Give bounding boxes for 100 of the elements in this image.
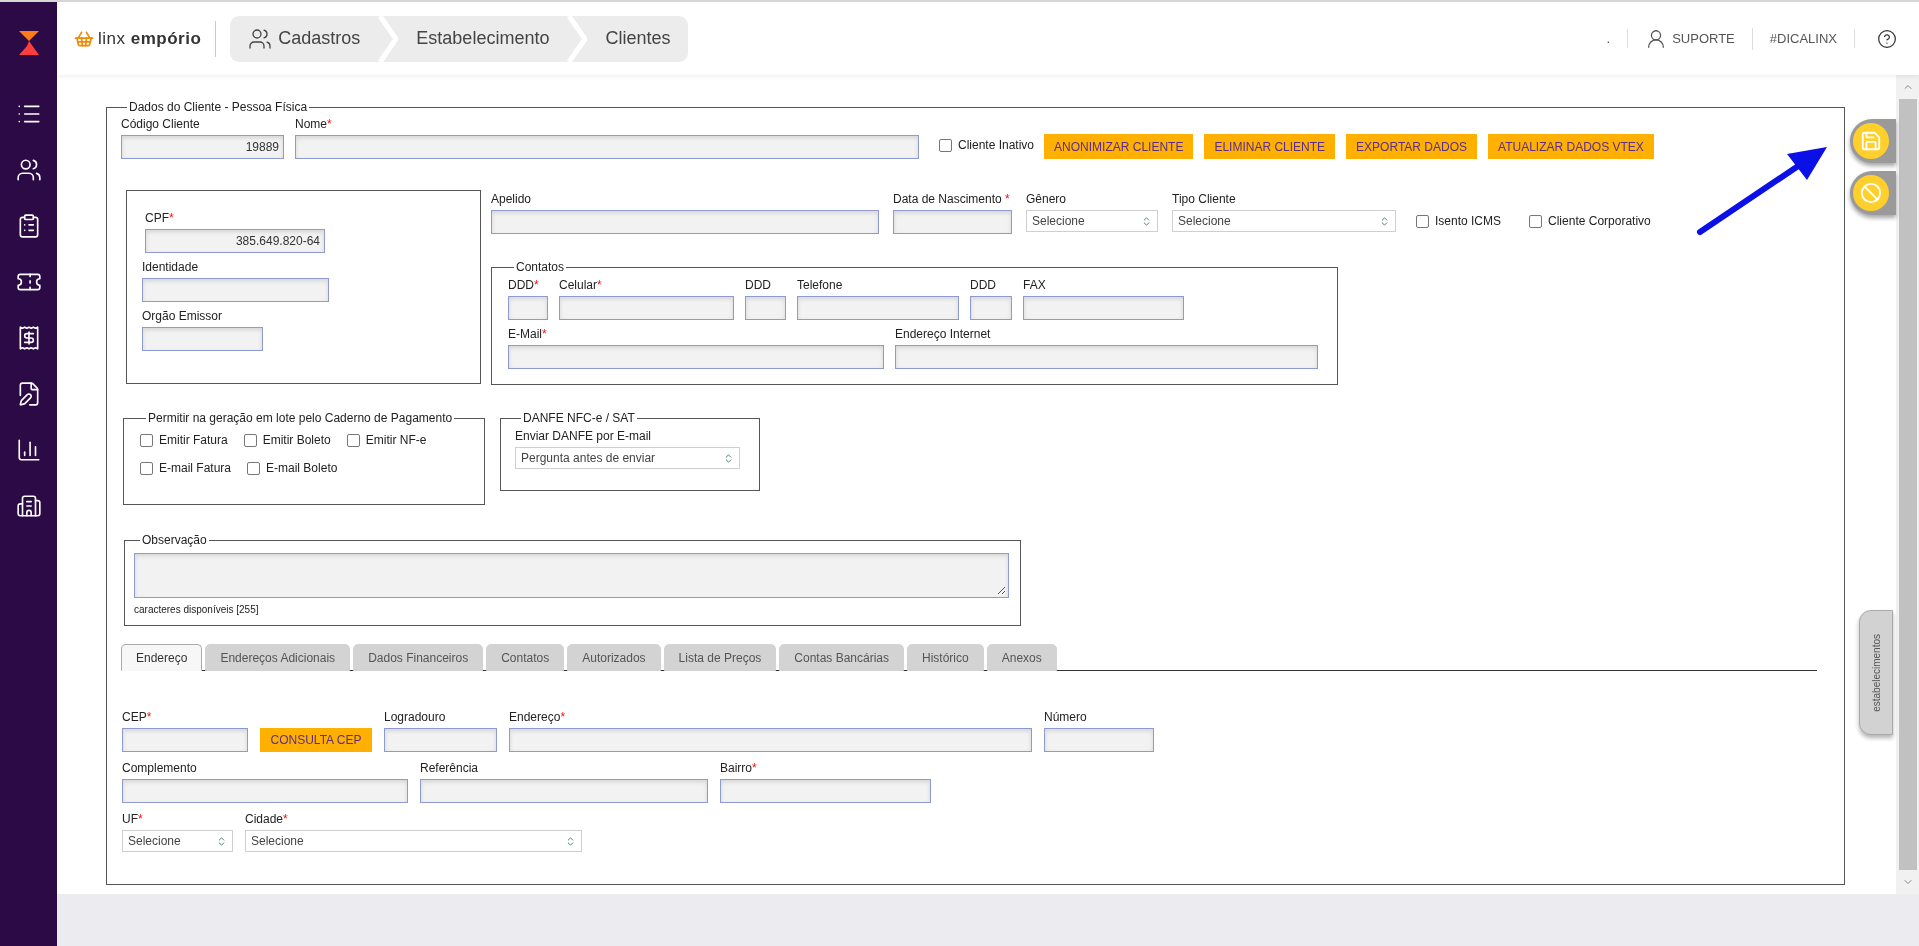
tab[interactable]: Contas Bancárias	[779, 644, 905, 671]
tab[interactable]: Contatos	[486, 644, 565, 671]
select-field[interactable]: Selecione	[1172, 210, 1396, 232]
text-field[interactable]	[491, 210, 879, 234]
dropdown-icon	[1141, 215, 1152, 227]
checkbox-label: Emitir NF-e	[365, 432, 427, 449]
checkbox[interactable]	[1416, 214, 1429, 228]
character-counter: caracteres disponíveis [255]	[134, 603, 260, 617]
field-label: Gênero	[1026, 192, 1068, 207]
text-field[interactable]	[720, 779, 931, 803]
text-field[interactable]	[745, 296, 786, 320]
select-field[interactable]: Selecione	[245, 830, 582, 852]
bar-chart-icon[interactable]	[15, 437, 42, 463]
field-label: DDD*	[508, 278, 540, 293]
consult-button[interactable]: CONSULTA CEP	[260, 728, 372, 752]
field-label: CPF*	[145, 211, 175, 226]
action-button[interactable]: ELIMINAR CLIENTE	[1204, 134, 1336, 159]
action-button[interactable]: ANONIMIZAR CLIENTE	[1044, 134, 1194, 159]
dropdown-icon	[216, 835, 227, 847]
select-field[interactable]: Pergunta antes de enviar	[515, 447, 740, 469]
field-label: Complemento	[122, 761, 198, 776]
checkbox[interactable]	[247, 461, 261, 475]
cancel-button[interactable]	[1853, 175, 1889, 211]
breadcrumb-link[interactable]: Cadastros	[230, 25, 379, 52]
text-field[interactable]	[797, 296, 959, 320]
tab[interactable]: Anexos	[986, 644, 1057, 671]
checkbox-label: E-mail Boleto	[266, 460, 338, 477]
text-field[interactable]	[142, 278, 329, 302]
field-label: Referência	[420, 761, 480, 776]
field-label: Apelido	[491, 192, 533, 207]
checkbox-label: Isento ICMS	[1435, 213, 1502, 230]
text-field[interactable]	[122, 728, 248, 752]
select-field[interactable]: Selecione	[1026, 210, 1158, 232]
action-button[interactable]: EXPORTAR DADOS	[1346, 134, 1478, 159]
dropdown-icon	[1379, 215, 1390, 227]
field-label: Código Cliente	[121, 117, 201, 132]
text-field[interactable]	[895, 345, 1318, 369]
header-link[interactable]: #DICALINX	[1752, 28, 1855, 49]
field-label: Data de Nascimento *	[893, 192, 1011, 207]
group-title: Contatos	[515, 259, 566, 276]
checkbox-label: Emitir Boleto	[262, 432, 331, 449]
text-field[interactable]	[893, 210, 1012, 234]
field-label: DDD	[970, 278, 997, 293]
help-icon	[1877, 28, 1897, 49]
resize-handle-icon[interactable]	[997, 586, 1006, 595]
tab[interactable]: Autorizados	[567, 644, 661, 671]
side-tab[interactable]: estabelecimentos	[1859, 610, 1893, 735]
group-title: Dados do Cliente - Pessoa Física	[128, 99, 309, 116]
text-field[interactable]	[508, 296, 548, 320]
basket-icon	[74, 28, 94, 49]
field-label: Endereço*	[509, 710, 567, 725]
field-label: FAX	[1023, 278, 1047, 293]
field-label: Número	[1044, 710, 1088, 725]
field-label: UF*	[122, 812, 144, 827]
logo-icon[interactable]	[16, 30, 41, 56]
text-field[interactable]: 19889	[121, 135, 284, 159]
field-label: Enviar DANFE por E-mail	[515, 429, 653, 444]
tab[interactable]: Histórico	[907, 644, 984, 671]
field-label: Nome*	[295, 117, 333, 132]
text-field[interactable]	[384, 728, 497, 752]
text-field[interactable]	[1023, 296, 1184, 320]
text-field[interactable]	[1044, 728, 1154, 752]
checkbox[interactable]	[1529, 214, 1543, 228]
tab[interactable]: Endereço	[121, 644, 203, 671]
checkbox[interactable]	[140, 433, 153, 447]
users-icon[interactable]	[15, 157, 42, 183]
cancel-icon	[1860, 182, 1882, 204]
text-field[interactable]	[420, 779, 708, 803]
field-label: Tipo Cliente	[1172, 192, 1237, 207]
text-field[interactable]	[559, 296, 734, 320]
scrollbar[interactable]	[1896, 75, 1919, 894]
save-button[interactable]	[1853, 123, 1889, 159]
text-field[interactable]: 385.649.820-64	[145, 229, 325, 253]
text-field[interactable]	[508, 345, 884, 369]
text-field[interactable]	[509, 728, 1032, 752]
action-button[interactable]: ATUALIZAR DADOS VTEX	[1488, 134, 1654, 159]
checkbox[interactable]	[939, 138, 952, 152]
breadcrumb-link[interactable]: Estabelecimento	[398, 25, 568, 52]
text-field[interactable]	[142, 327, 263, 351]
notes-field[interactable]	[134, 553, 1009, 598]
header-link[interactable]: .	[1589, 28, 1629, 49]
checkbox[interactable]	[243, 433, 257, 447]
tab[interactable]: Lista de Preços	[663, 644, 777, 671]
tab[interactable]: Dados Financeiros	[353, 644, 484, 671]
building-icon[interactable]	[15, 493, 42, 519]
tab[interactable]: Endereços Adicionais	[205, 644, 351, 671]
field-label: CEP*	[122, 710, 153, 725]
breadcrumb-link[interactable]: Clientes	[587, 25, 689, 52]
support-link[interactable]: SUPORTE	[1628, 27, 1753, 50]
text-field[interactable]	[122, 779, 408, 803]
text-field[interactable]	[970, 296, 1012, 320]
checkbox[interactable]	[140, 461, 153, 475]
field-label: Cidade*	[245, 812, 289, 827]
field-label: Endereço Internet	[895, 327, 992, 342]
select-field[interactable]: Selecione	[122, 830, 233, 852]
field-label: Identidade	[142, 260, 200, 275]
group-title: Observação	[141, 532, 208, 549]
text-field[interactable]	[295, 135, 919, 159]
checkbox[interactable]	[346, 433, 360, 447]
field-label: Logradouro	[384, 710, 447, 725]
